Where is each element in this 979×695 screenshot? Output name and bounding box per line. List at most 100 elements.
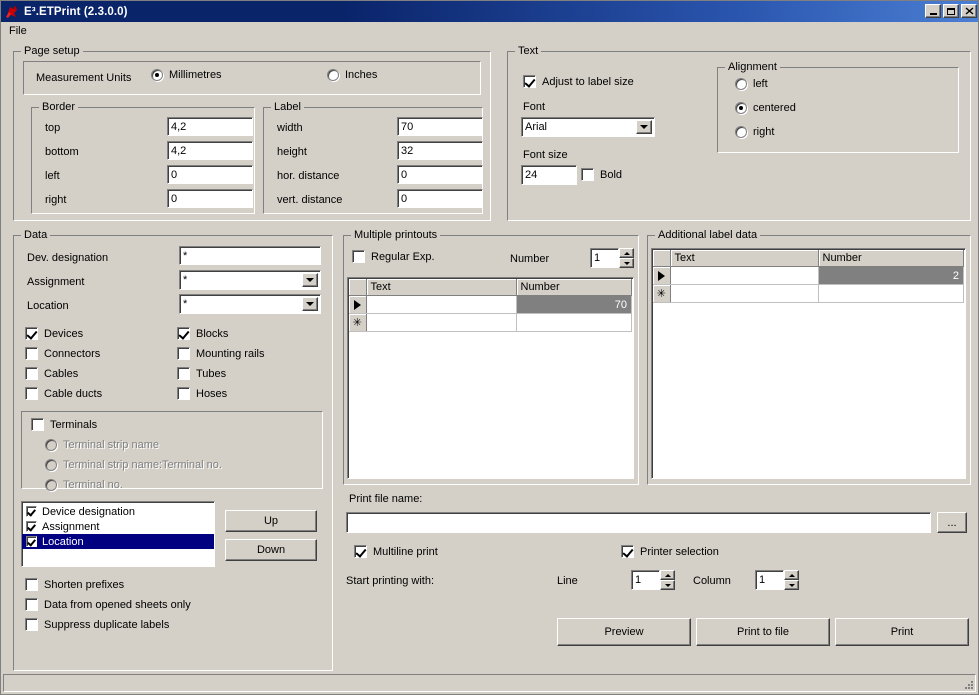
line-spin-buttons[interactable]	[660, 570, 675, 590]
checkbox-shorten-prefixes[interactable]: Shorten prefixes	[25, 578, 124, 591]
list-item[interactable]: Device designation	[22, 504, 214, 519]
list-item-checkbox[interactable]	[26, 506, 37, 517]
radio-inches[interactable]: Inches	[327, 69, 377, 81]
column-spinner[interactable]: 1	[755, 570, 799, 590]
assignment-combo[interactable]: *	[179, 270, 321, 290]
cell-number[interactable]: 70	[516, 295, 632, 314]
row-indicator-current[interactable]	[653, 266, 671, 285]
checkbox-cables[interactable]: Cables	[25, 367, 78, 380]
label-width-input[interactable]: 70	[397, 117, 483, 136]
print-file-name-input[interactable]	[346, 512, 931, 533]
resize-grip-icon[interactable]	[962, 678, 974, 690]
spin-up-icon[interactable]	[619, 248, 634, 258]
maximize-button[interactable]	[943, 4, 959, 18]
radio-millimetres[interactable]: Millimetres	[151, 69, 222, 81]
browse-button[interactable]: ...	[937, 512, 967, 533]
grid-col-number[interactable]: Number	[516, 279, 632, 296]
list-item-checkbox[interactable]	[26, 536, 37, 547]
border-right-input[interactable]: 0	[167, 189, 253, 208]
chevron-down-icon[interactable]	[302, 273, 318, 287]
close-button[interactable]	[961, 4, 977, 18]
table-row[interactable]: ✳	[349, 313, 632, 332]
multiple-printouts-grid[interactable]: Text Number 70 ✳	[347, 277, 634, 479]
font-combo[interactable]: Arial	[521, 117, 655, 137]
table-row[interactable]: ✳	[653, 284, 964, 303]
border-left-input[interactable]: 0	[167, 165, 253, 184]
radio-align-centered[interactable]: centered	[735, 102, 796, 114]
print-button[interactable]: Print	[835, 618, 969, 646]
field-order-listbox[interactable]: Device designation Assignment Location	[21, 501, 215, 567]
preview-button[interactable]: Preview	[557, 618, 691, 646]
assignment-combo-value: *	[183, 274, 188, 286]
cell-number[interactable]	[516, 313, 632, 332]
checkbox-regular-exp[interactable]: Regular Exp.	[352, 250, 435, 263]
dev-designation-input[interactable]: *	[179, 246, 321, 265]
cell-text[interactable]	[670, 284, 819, 303]
spin-down-icon[interactable]	[619, 258, 634, 268]
list-item-checkbox[interactable]	[26, 521, 37, 532]
location-combo[interactable]: *	[179, 294, 321, 314]
mp-number-input[interactable]: 1	[590, 248, 619, 268]
checkbox-multiline-print[interactable]: Multiline print	[354, 545, 438, 558]
list-item[interactable]: Assignment	[22, 519, 214, 534]
checkbox-printer-selection[interactable]: Printer selection	[621, 545, 719, 558]
spin-up-icon[interactable]	[784, 570, 799, 580]
grid-corner[interactable]	[653, 250, 671, 267]
checkbox-mounting-rails[interactable]: Mounting rails	[177, 347, 264, 360]
mp-number-spin-buttons[interactable]	[619, 248, 634, 268]
cell-number[interactable]: 2	[818, 266, 964, 285]
grid-col-text[interactable]: Text	[670, 250, 819, 267]
table-row[interactable]: 70	[349, 295, 632, 314]
radio-align-left[interactable]: left	[735, 78, 768, 90]
label-hor-distance-input[interactable]: 0	[397, 165, 483, 184]
row-indicator-new[interactable]: ✳	[349, 313, 367, 332]
label-height-input[interactable]: 32	[397, 141, 483, 160]
bold-checkbox[interactable]: Bold	[581, 168, 622, 181]
print-to-file-button[interactable]: Print to file	[696, 618, 830, 646]
checkbox-data-opened-sheets[interactable]: Data from opened sheets only	[25, 598, 191, 611]
row-indicator-current[interactable]	[349, 295, 367, 314]
checkbox-blocks[interactable]: Blocks	[177, 327, 228, 340]
cell-text[interactable]	[366, 295, 517, 314]
checkbox-suppress-duplicates[interactable]: Suppress duplicate labels	[25, 618, 169, 631]
minimize-button[interactable]	[925, 4, 941, 18]
checkbox-hoses[interactable]: Hoses	[177, 387, 227, 400]
checkbox-connectors[interactable]: Connectors	[25, 347, 100, 360]
line-input[interactable]: 1	[631, 570, 660, 590]
up-button[interactable]: Up	[225, 510, 317, 532]
spin-down-icon[interactable]	[660, 580, 675, 590]
cell-number[interactable]	[818, 284, 964, 303]
list-item[interactable]: Location	[22, 534, 214, 549]
line-spinner[interactable]: 1	[631, 570, 675, 590]
down-button[interactable]: Down	[225, 539, 317, 561]
font-size-input[interactable]: 24	[521, 165, 577, 185]
spin-up-icon[interactable]	[660, 570, 675, 580]
table-row[interactable]: 2	[653, 266, 964, 285]
cell-text[interactable]	[670, 266, 819, 285]
checkbox-devices[interactable]: Devices	[25, 327, 83, 340]
cell-text[interactable]	[366, 313, 517, 332]
label-vert-distance-input[interactable]: 0	[397, 189, 483, 208]
grid-col-number[interactable]: Number	[818, 250, 964, 267]
border-top-input[interactable]: 4,2	[167, 117, 253, 136]
grid-corner[interactable]	[349, 279, 367, 296]
mp-number-spinner[interactable]: 1	[590, 248, 634, 268]
column-spin-buttons[interactable]	[784, 570, 799, 590]
column-input[interactable]: 1	[755, 570, 784, 590]
label-group: Label width 70 height 32 hor. distance 0…	[263, 101, 483, 214]
checkbox-terminals[interactable]: Terminals	[31, 418, 97, 431]
radio-align-right[interactable]: right	[735, 126, 774, 138]
menu-item-file[interactable]: File	[1, 22, 34, 40]
chevron-down-icon[interactable]	[636, 120, 652, 134]
radio-terminal-no-dot	[45, 479, 57, 491]
checkbox-tubes[interactable]: Tubes	[177, 367, 226, 380]
checkbox-cable-ducts[interactable]: Cable ducts	[25, 387, 102, 400]
spin-down-icon[interactable]	[784, 580, 799, 590]
row-indicator-new[interactable]: ✳	[653, 284, 671, 303]
additional-label-data-grid[interactable]: Text Number 2 ✳	[651, 248, 966, 479]
chevron-down-icon[interactable]	[302, 297, 318, 311]
measurement-units-panel: Measurement Units Millimetres Inches	[23, 61, 481, 95]
border-bottom-input[interactable]: 4,2	[167, 141, 253, 160]
grid-col-text[interactable]: Text	[366, 279, 517, 296]
adjust-to-label-size-checkbox[interactable]: Adjust to label size	[523, 75, 634, 88]
